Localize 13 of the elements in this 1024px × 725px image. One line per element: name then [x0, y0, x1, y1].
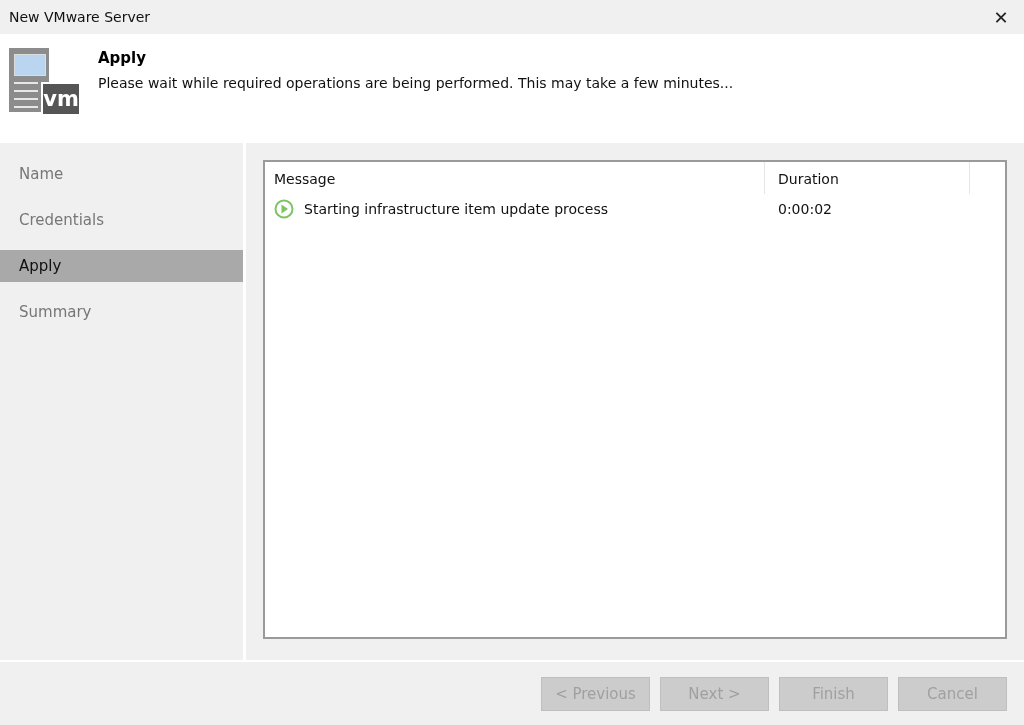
column-header[interactable]: Message [265, 162, 765, 194]
column-header[interactable]: Duration [765, 162, 970, 194]
play-circle-icon [274, 199, 294, 219]
close-button[interactable]: ✕ [978, 0, 1024, 34]
sidebar-item[interactable]: Summary [0, 296, 243, 328]
sidebar-item[interactable]: Name [0, 158, 243, 190]
sidebar-item[interactable]: Credentials [0, 204, 243, 236]
step-description: Please wait while required operations are being performed. This may take a few minutes... [98, 75, 734, 91]
sidebar-item[interactable]: Apply [0, 250, 243, 282]
window-title: New VMware Server [9, 9, 151, 25]
table-cell: Starting infrastructure item update process [304, 201, 608, 217]
step-title: Apply [98, 49, 147, 67]
table-cell: 0:00:02 [778, 201, 832, 217]
